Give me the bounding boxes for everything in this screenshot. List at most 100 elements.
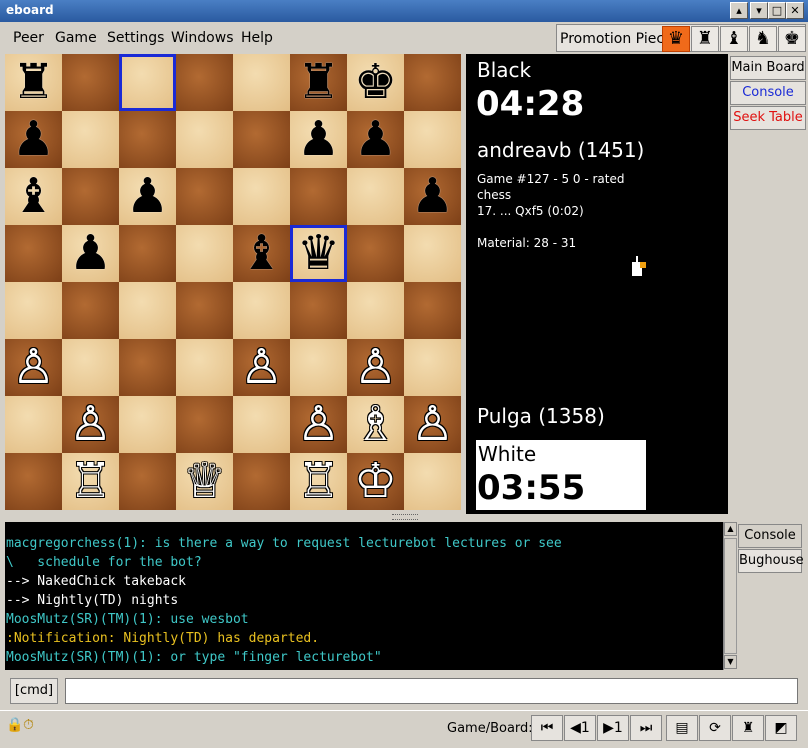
square-a1[interactable]: [5, 453, 62, 510]
chess-piece[interactable]: ♟: [290, 111, 347, 168]
chess-piece[interactable]: ♟: [62, 225, 119, 282]
square-c1[interactable]: [119, 453, 176, 510]
square-d4[interactable]: [176, 282, 233, 339]
console-button[interactable]: Console: [730, 81, 806, 105]
chess-piece[interactable]: ♚: [347, 54, 404, 111]
square-f6[interactable]: [290, 168, 347, 225]
square-a4[interactable]: [5, 282, 62, 339]
menu-settings[interactable]: Settings: [107, 30, 164, 46]
square-f3[interactable]: [290, 339, 347, 396]
board-settings-icon[interactable]: ◩: [765, 715, 797, 741]
menu-windows[interactable]: Windows: [171, 30, 234, 46]
seek-table-button[interactable]: Seek Table: [730, 106, 806, 130]
chess-piece[interactable]: ♗: [347, 396, 404, 453]
square-d3[interactable]: [176, 339, 233, 396]
square-e7[interactable]: [233, 111, 290, 168]
square-e2[interactable]: [233, 396, 290, 453]
square-c3[interactable]: [119, 339, 176, 396]
promote-queen-button[interactable]: ♛: [662, 26, 690, 52]
maximize-button[interactable]: □: [768, 2, 786, 19]
square-g4[interactable]: [347, 282, 404, 339]
console-scrollbar[interactable]: ▲ ▼: [723, 522, 737, 670]
chess-piece[interactable]: ♙: [62, 396, 119, 453]
square-e4[interactable]: [233, 282, 290, 339]
scroll-down-icon[interactable]: ▼: [724, 655, 737, 669]
forward-one-button[interactable]: ▶1: [597, 715, 629, 741]
square-d7[interactable]: [176, 111, 233, 168]
chess-piece[interactable]: ♖: [290, 453, 347, 510]
square-c7[interactable]: [119, 111, 176, 168]
square-f4[interactable]: [290, 282, 347, 339]
engine-icon[interactable]: ♜: [732, 715, 764, 741]
pane-splitter[interactable]: [392, 514, 418, 520]
chess-piece[interactable]: ♝: [5, 168, 62, 225]
chess-piece[interactable]: ♙: [404, 396, 461, 453]
square-c4[interactable]: [119, 282, 176, 339]
clock-icon[interactable]: ⏱: [23, 717, 34, 733]
chess-piece[interactable]: ♙: [290, 396, 347, 453]
menu-peer[interactable]: Peer: [13, 30, 44, 46]
square-b4[interactable]: [62, 282, 119, 339]
main-board-button[interactable]: Main Board: [730, 56, 806, 80]
square-b8[interactable]: [62, 54, 119, 111]
menu-game[interactable]: Game: [55, 30, 97, 46]
console-tab[interactable]: Console: [738, 524, 802, 548]
chess-piece[interactable]: ♟: [119, 168, 176, 225]
lock-icon[interactable]: 🔒: [6, 717, 23, 733]
chess-piece[interactable]: ♟: [347, 111, 404, 168]
square-h3[interactable]: [404, 339, 461, 396]
square-c2[interactable]: [119, 396, 176, 453]
chess-piece[interactable]: ♖: [62, 453, 119, 510]
square-h1[interactable]: [404, 453, 461, 510]
square-a5[interactable]: [5, 225, 62, 282]
square-c8[interactable]: [119, 54, 176, 111]
bughouse-tab[interactable]: Bughouse: [738, 549, 804, 573]
back-one-button[interactable]: ◀1: [564, 715, 596, 741]
chess-piece[interactable]: ♟: [404, 168, 461, 225]
chess-piece[interactable]: ♔: [347, 453, 404, 510]
menu-help[interactable]: Help: [241, 30, 273, 46]
square-d6[interactable]: [176, 168, 233, 225]
square-d8[interactable]: [176, 54, 233, 111]
square-g5[interactable]: [347, 225, 404, 282]
chess-piece[interactable]: ♟: [5, 111, 62, 168]
scroll-thumb[interactable]: [724, 538, 737, 654]
square-e6[interactable]: [233, 168, 290, 225]
square-h5[interactable]: [404, 225, 461, 282]
chess-piece[interactable]: ♜: [290, 54, 347, 111]
square-h7[interactable]: [404, 111, 461, 168]
minimize-button[interactable]: ▾: [750, 2, 768, 19]
chess-piece[interactable]: ♙: [233, 339, 290, 396]
chess-piece[interactable]: ♙: [347, 339, 404, 396]
promote-rook-button[interactable]: ♜: [691, 26, 719, 52]
square-g6[interactable]: [347, 168, 404, 225]
last-move-button[interactable]: ⏭: [630, 715, 662, 741]
chess-board[interactable]: ♜ ♜ ♚ ♟ ♟ ♟ ♝ ♟ ♟ ♟ ♝ ♛ ♙ ♙ ♙ ♙ ♙ ♗ ♙ ♖ ♕ ♖ ♔: [5, 54, 461, 510]
shade-button[interactable]: ▴: [730, 2, 748, 19]
square-b6[interactable]: [62, 168, 119, 225]
promote-king-button[interactable]: ♚: [778, 26, 806, 52]
promote-knight-button[interactable]: ♞: [749, 26, 777, 52]
square-b3[interactable]: [62, 339, 119, 396]
square-h8[interactable]: [404, 54, 461, 111]
close-button[interactable]: ✕: [786, 2, 804, 19]
chess-piece[interactable]: ♕: [176, 453, 233, 510]
chess-piece[interactable]: ♛: [290, 225, 347, 282]
chess-piece[interactable]: ♜: [5, 54, 62, 111]
square-d5[interactable]: [176, 225, 233, 282]
square-b7[interactable]: [62, 111, 119, 168]
cmd-button[interactable]: [cmd]: [10, 678, 58, 704]
chess-piece[interactable]: ♙: [5, 339, 62, 396]
square-e8[interactable]: [233, 54, 290, 111]
square-h4[interactable]: [404, 282, 461, 339]
square-e1[interactable]: [233, 453, 290, 510]
first-move-button[interactable]: ⏮: [531, 715, 563, 741]
flip-board-icon[interactable]: ⟳: [699, 715, 731, 741]
square-c5[interactable]: [119, 225, 176, 282]
scroll-up-icon[interactable]: ▲: [724, 522, 737, 536]
command-input[interactable]: [65, 678, 798, 704]
chess-piece[interactable]: ♝: [233, 225, 290, 282]
notation-icon[interactable]: ▤: [666, 715, 698, 741]
square-d2[interactable]: [176, 396, 233, 453]
square-a2[interactable]: [5, 396, 62, 453]
